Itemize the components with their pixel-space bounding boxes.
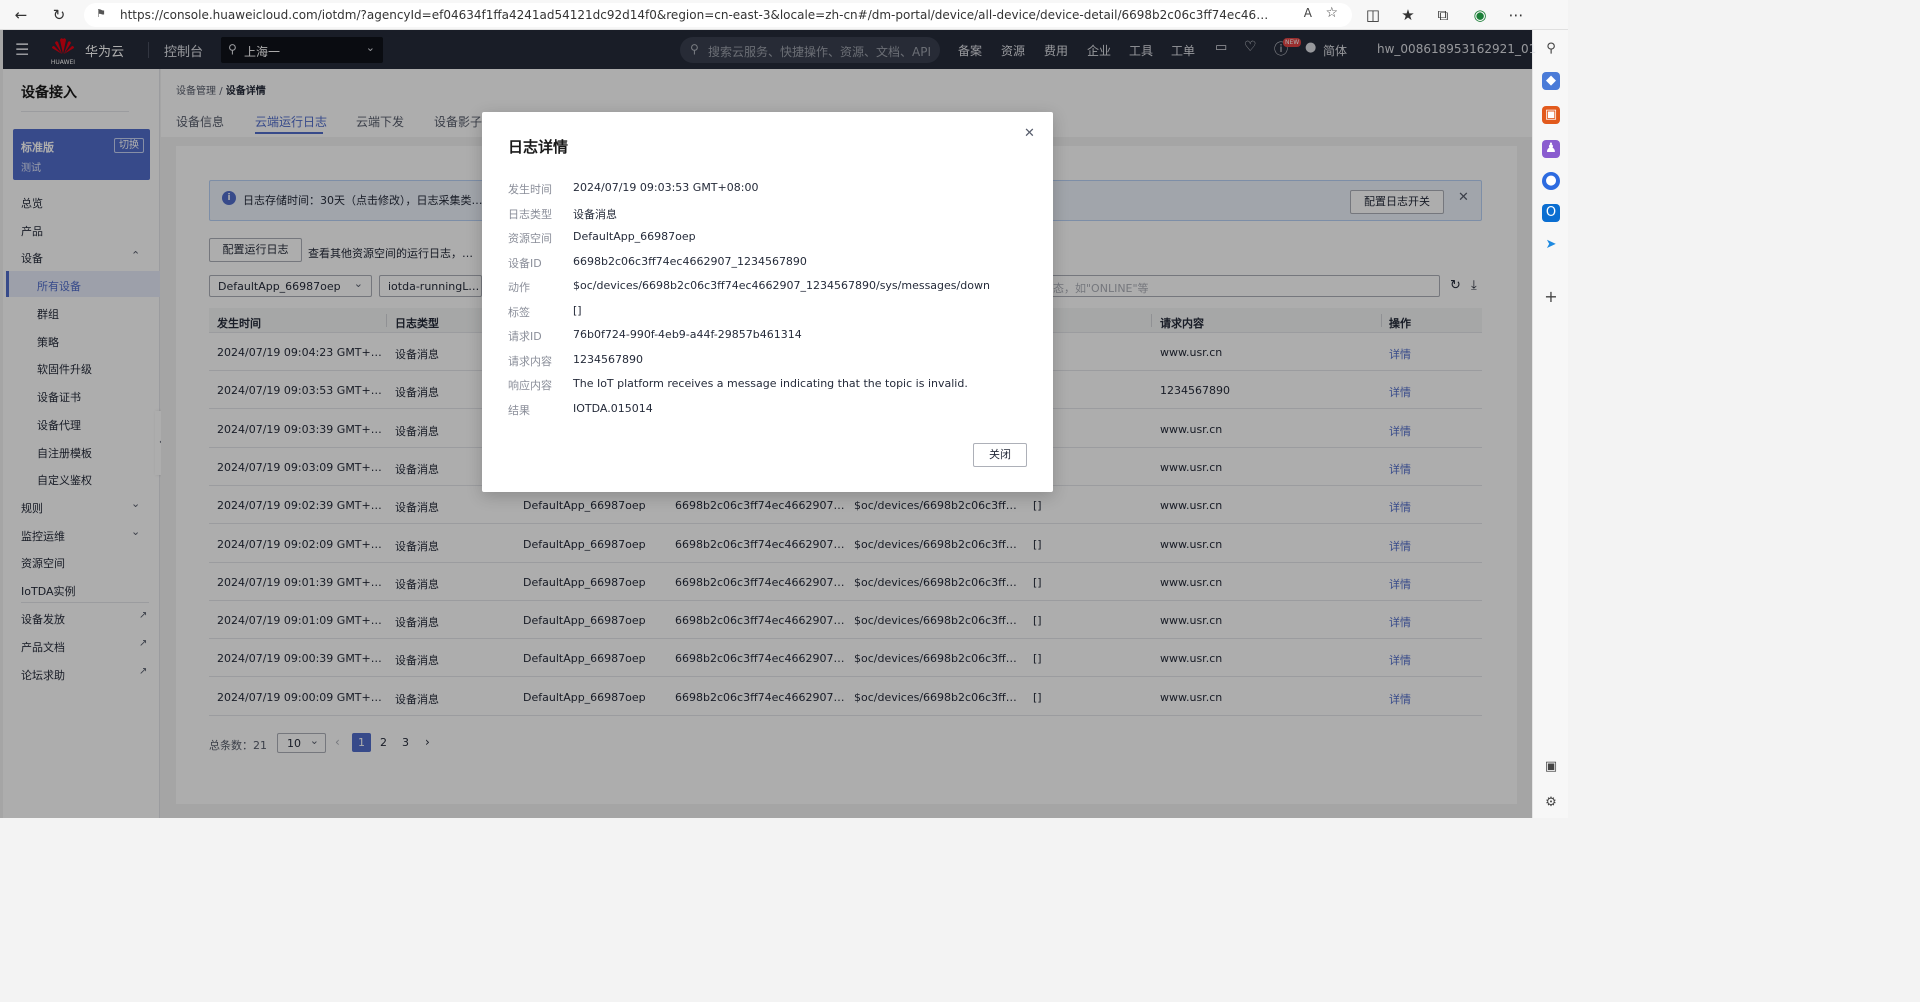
close-button[interactable]: 关闭 bbox=[973, 443, 1027, 467]
field-value: 76b0f724-990f-4eb9-a44f-29857b461314 bbox=[573, 328, 802, 341]
settings-gear-icon[interactable]: ⚙ bbox=[1542, 794, 1560, 812]
reload-icon[interactable]: ↻ bbox=[48, 4, 70, 26]
outlook-icon[interactable]: O bbox=[1542, 204, 1560, 222]
field-value: The IoT platform receives a message indi… bbox=[573, 377, 968, 390]
url-text: https://console.huaweicloud.com/iotdm/?a… bbox=[120, 8, 1270, 22]
field-label: 请求内容 bbox=[508, 354, 552, 368]
favorites-icon[interactable]: ★ bbox=[1397, 4, 1419, 26]
toolbox-icon[interactable]: ▣ bbox=[1542, 106, 1560, 124]
more-icon[interactable]: ⋯ bbox=[1505, 4, 1527, 26]
back-icon[interactable]: ← bbox=[10, 4, 32, 26]
field-label: 发生时间 bbox=[508, 183, 552, 196]
search-icon[interactable]: ⚲ bbox=[1542, 40, 1560, 58]
address-bar[interactable]: ⚑ https://console.huaweicloud.com/iotdm/… bbox=[84, 3, 1352, 27]
collections-icon[interactable]: ⧉ bbox=[1432, 4, 1454, 26]
field-label: 资源空间 bbox=[508, 232, 552, 245]
favorite-star-icon[interactable]: ☆ bbox=[1325, 5, 1338, 21]
field-label: 请求ID bbox=[508, 330, 542, 343]
split-screen-icon[interactable]: ◫ bbox=[1362, 4, 1384, 26]
field-value: 1234567890 bbox=[573, 352, 643, 366]
browser-toolbar: ← ↻ ⚑ https://console.huaweicloud.com/io… bbox=[0, 0, 1568, 30]
games-icon[interactable]: ♟ bbox=[1542, 140, 1560, 158]
field-value: IOTDA.015014 bbox=[573, 401, 653, 415]
tag-icon[interactable]: ◆ bbox=[1542, 72, 1560, 90]
send-icon[interactable]: ➤ bbox=[1542, 236, 1560, 254]
field-value: $oc/devices/6698b2c06c3ff74ec4662907_123… bbox=[573, 279, 990, 292]
field-label: 响应内容 bbox=[508, 379, 552, 392]
field-label: 动作 bbox=[508, 281, 530, 294]
screenshot-icon[interactable]: ▣ bbox=[1542, 758, 1560, 776]
log-detail-dialog: 日志详情 ✕ 发生时间 2024/07/19 09:03:53 GMT+08:00… bbox=[482, 112, 1053, 492]
field-value: 设备消息 bbox=[573, 207, 617, 221]
browser-sidebar: ⚲ ◆ ▣ ♟ ● O ➤ + ▣ ⚙ bbox=[1532, 30, 1568, 818]
field-value: DefaultApp_66987oep bbox=[573, 230, 696, 243]
dialog-title: 日志详情 bbox=[508, 138, 569, 156]
lock-icon: ⚑ bbox=[96, 7, 106, 20]
copilot-icon[interactable]: ● bbox=[1542, 172, 1560, 190]
read-aloud-icon[interactable]: A bbox=[1304, 6, 1312, 20]
close-icon[interactable]: ✕ bbox=[1024, 126, 1035, 141]
field-value: [] bbox=[573, 303, 582, 317]
field-label: 标签 bbox=[508, 305, 530, 319]
field-label: 结果 bbox=[508, 403, 530, 417]
field-value: 6698b2c06c3ff74ec4662907_1234567890 bbox=[573, 254, 807, 268]
field-value: 2024/07/19 09:03:53 GMT+08:00 bbox=[573, 181, 759, 194]
extension-icon[interactable]: ◉ bbox=[1469, 4, 1491, 26]
add-icon[interactable]: + bbox=[1542, 288, 1560, 306]
field-label: 日志类型 bbox=[508, 207, 552, 221]
field-label: 设备ID bbox=[508, 256, 542, 270]
